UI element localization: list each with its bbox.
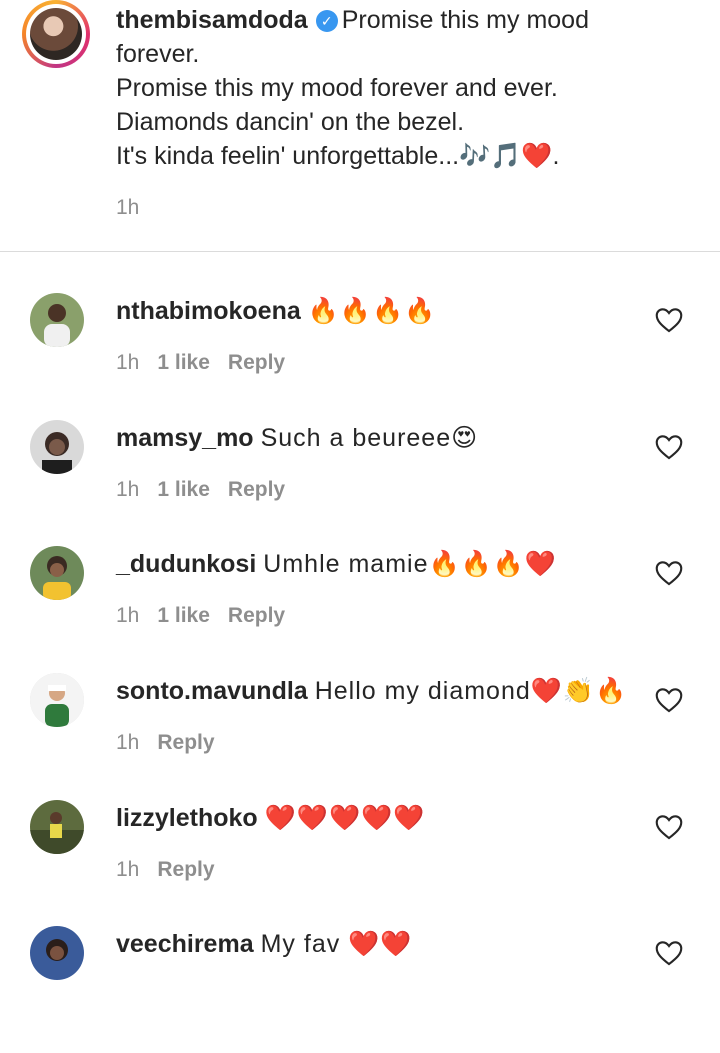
comment-meta: 1h Reply	[116, 730, 233, 756]
comment-item: _dudunkosi Umhle mamie🔥🔥🔥❤️ 1h 1 like Reply	[0, 546, 720, 673]
caption-line-3: Promise this my mood forever and ever.	[116, 74, 558, 102]
comment-username[interactable]: _dudunkosi	[116, 550, 256, 578]
verified-badge-icon: ✓	[315, 10, 338, 32]
comment-item: mamsy_mo Such a beureee😍 1h 1 like Reply	[0, 420, 720, 547]
comment-time: 1h	[116, 604, 140, 627]
comment-body: Umhle mamie🔥🔥🔥❤️	[263, 550, 558, 578]
reply-button[interactable]: Reply	[228, 351, 285, 374]
comment-time: 1h	[116, 731, 140, 754]
caption-username[interactable]: thembisamdoda	[116, 6, 308, 34]
caption-line-4: Diamonds dancin' on the bezel.	[116, 108, 465, 136]
comment-body: ❤️❤️❤️❤️❤️	[264, 804, 426, 832]
caption-text: thembisamdoda ✓ Promise this my mood forev…	[116, 3, 696, 173]
comment-username[interactable]: nthabimokoena	[116, 297, 301, 325]
heart-outline-icon[interactable]	[655, 940, 683, 966]
heart-outline-icon[interactable]	[655, 307, 683, 333]
comment-item: lizzylethoko ❤️❤️❤️❤️❤️ 1h Reply	[0, 800, 720, 927]
comment-item: veechirema My fav ❤️❤️	[0, 926, 720, 1053]
comment-meta: 1h Reply	[116, 857, 233, 883]
reply-button[interactable]: Reply	[157, 858, 214, 881]
avatar[interactable]	[30, 420, 84, 474]
comment-username[interactable]: lizzylethoko	[116, 804, 258, 832]
caption-line-2: forever.	[116, 40, 200, 68]
comment-likes[interactable]: 1 like	[157, 351, 210, 374]
comment-item: sonto.mavundla Hello my diamond❤️👏🔥 1h Rep…	[0, 673, 720, 800]
comment-time: 1h	[116, 478, 140, 501]
comment-username[interactable]: sonto.mavundla	[116, 677, 308, 705]
comment-likes[interactable]: 1 like	[157, 604, 210, 627]
reply-button[interactable]: Reply	[228, 604, 285, 627]
comment-username[interactable]: veechirema	[116, 930, 254, 958]
comment-time: 1h	[116, 858, 140, 881]
heart-outline-icon[interactable]	[655, 687, 683, 713]
comment-text: lizzylethoko ❤️❤️❤️❤️❤️	[116, 802, 646, 834]
comment-time: 1h	[116, 351, 140, 374]
comment-body: My fav ❤️❤️	[260, 930, 413, 958]
comment-body: Such a beureee😍	[260, 424, 479, 452]
post-caption: thembisamdoda ✓ Promise this my mood forev…	[0, 0, 720, 252]
avatar[interactable]	[30, 800, 84, 854]
author-avatar[interactable]	[22, 0, 90, 68]
comment-body: Hello my diamond❤️👏🔥	[314, 677, 628, 705]
reply-button[interactable]: Reply	[228, 478, 285, 501]
comment-text: sonto.mavundla Hello my diamond❤️👏🔥	[116, 675, 646, 707]
comment-likes[interactable]: 1 like	[157, 478, 210, 501]
avatar[interactable]	[30, 673, 84, 727]
caption-timestamp: 1h	[116, 196, 140, 219]
comment-text: _dudunkosi Umhle mamie🔥🔥🔥❤️	[116, 548, 646, 580]
comment-item: nthabimokoena 🔥🔥🔥🔥 1h 1 like Reply	[0, 293, 720, 420]
avatar[interactable]	[30, 926, 84, 980]
heart-outline-icon[interactable]	[655, 560, 683, 586]
caption-line-5: It's kinda feelin' unforgettable...🎶🎵❤️.	[116, 142, 560, 170]
caption-line-1: Promise this my mood	[341, 6, 589, 34]
comment-meta: 1h 1 like Reply	[116, 350, 303, 376]
avatar[interactable]	[30, 546, 84, 600]
heart-outline-icon[interactable]	[655, 434, 683, 460]
divider	[0, 251, 720, 252]
comment-meta: 1h 1 like Reply	[116, 477, 303, 503]
comment-text: nthabimokoena 🔥🔥🔥🔥	[116, 295, 646, 327]
comment-body: 🔥🔥🔥🔥	[307, 297, 437, 325]
comment-username[interactable]: mamsy_mo	[116, 424, 254, 452]
avatar[interactable]	[30, 293, 84, 347]
comment-meta: 1h 1 like Reply	[116, 603, 303, 629]
reply-button[interactable]: Reply	[157, 731, 214, 754]
comment-text: veechirema My fav ❤️❤️	[116, 928, 646, 960]
heart-outline-icon[interactable]	[655, 814, 683, 840]
comment-text: mamsy_mo Such a beureee😍	[116, 422, 646, 454]
